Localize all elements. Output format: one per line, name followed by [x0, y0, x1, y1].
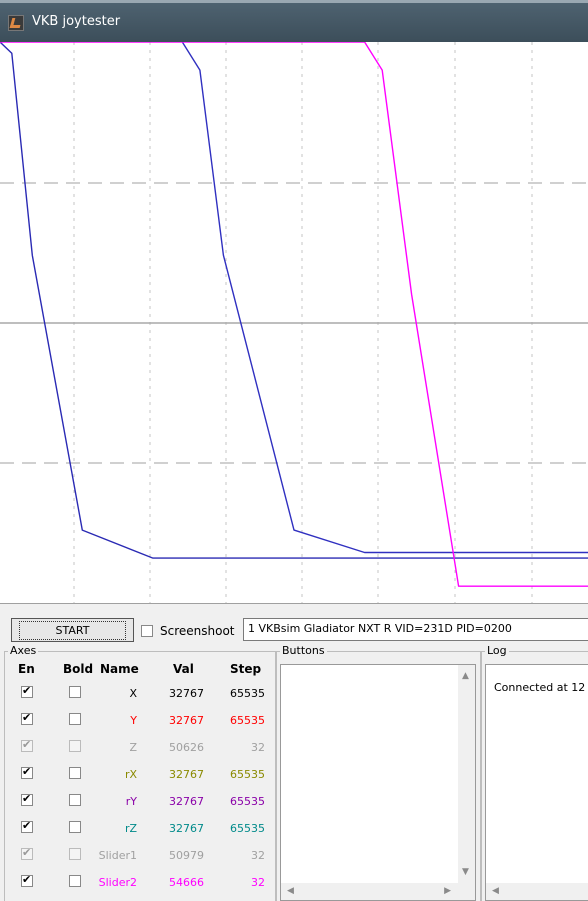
enable-checkbox[interactable] — [21, 711, 33, 725]
trace-line-3 — [0, 42, 588, 587]
axis-name: X — [129, 687, 137, 700]
buttons-vertical-scrollbar[interactable]: ▲ ▼ — [458, 665, 475, 883]
log-box[interactable]: Connected at 12 ◀ — [485, 664, 588, 901]
axis-val: 50626 — [169, 741, 204, 754]
scroll-left-icon[interactable]: ◀ — [287, 886, 294, 896]
scroll-right-icon[interactable]: ▶ — [444, 886, 451, 896]
bold-checkbox[interactable] — [69, 713, 81, 725]
enable-checkbox — [21, 738, 33, 752]
enable-checkbox[interactable] — [21, 765, 33, 779]
bold-checkbox[interactable] — [69, 767, 81, 779]
window-title: VKB joytester — [32, 14, 121, 29]
axis-val: 32767 — [169, 795, 204, 808]
header-en: En — [18, 662, 35, 676]
header-name: Name — [100, 662, 139, 676]
header-bold: Bold — [63, 662, 94, 676]
log-group-title: Log — [485, 644, 509, 657]
log-scroll-left-icon[interactable]: ◀ — [492, 886, 499, 896]
axis-step: 32 — [251, 741, 265, 754]
axis-val: 32767 — [169, 822, 204, 835]
enable-checkbox[interactable] — [21, 819, 33, 833]
axis-val: 54666 — [169, 876, 204, 889]
axis-val: 50979 — [169, 849, 204, 862]
buttons-horizontal-scrollbar[interactable]: ◀ ▶ — [281, 883, 475, 900]
axis-plot — [0, 42, 588, 603]
bold-checkbox — [69, 848, 81, 860]
axis-name: Y — [130, 714, 137, 727]
enable-checkbox[interactable] — [21, 684, 33, 698]
enable-checkbox[interactable] — [21, 792, 33, 806]
device-select[interactable]: 1 VKBsim Gladiator NXT R VID=231D PID=02… — [243, 618, 588, 641]
axis-name: Slider1 — [98, 849, 137, 862]
start-button[interactable]: START — [11, 618, 134, 642]
start-button-label: START — [19, 621, 126, 640]
enable-checkbox[interactable] — [21, 873, 33, 887]
axis-val: 32767 — [169, 687, 204, 700]
axis-step: 65535 — [230, 687, 265, 700]
trace-line-1 — [0, 42, 588, 559]
log-text: Connected at 12 — [494, 681, 586, 694]
axis-step: 32 — [251, 849, 265, 862]
header-step: Step — [230, 662, 262, 676]
bold-checkbox[interactable] — [69, 794, 81, 806]
axis-name: rX — [124, 768, 137, 781]
axis-step: 65535 — [230, 822, 265, 835]
screenshot-label: Screenshoot — [160, 624, 235, 638]
axis-val: 32767 — [169, 768, 204, 781]
axis-step: 65535 — [230, 714, 265, 727]
axis-name: rZ — [124, 822, 137, 835]
axis-name: Slider2 — [98, 876, 137, 889]
title-bar: VKB joytester — [0, 0, 588, 42]
axes-group-title: Axes — [8, 644, 39, 657]
scroll-up-icon[interactable]: ▲ — [462, 671, 469, 681]
axis-step: 32 — [251, 876, 265, 889]
bold-checkbox[interactable] — [69, 821, 81, 833]
bold-checkbox[interactable] — [69, 875, 81, 887]
buttons-list[interactable]: ▲ ▼ ◀ ▶ — [280, 664, 476, 901]
control-panel: START Screenshoot 1 VKBsim Gladiator NXT… — [0, 603, 588, 901]
bold-checkbox[interactable] — [69, 686, 81, 698]
app-logo-icon — [8, 15, 24, 31]
axis-val: 32767 — [169, 714, 204, 727]
buttons-group-title: Buttons — [280, 644, 327, 657]
axis-step: 65535 — [230, 795, 265, 808]
bold-checkbox — [69, 740, 81, 752]
scroll-down-icon[interactable]: ▼ — [462, 867, 469, 877]
plot-traces — [0, 42, 588, 587]
header-val: Val — [173, 662, 194, 676]
axis-name: Z — [129, 741, 137, 754]
screenshot-checkbox[interactable] — [141, 625, 153, 637]
axis-name: rY — [125, 795, 137, 808]
log-horizontal-scrollbar[interactable]: ◀ — [486, 883, 588, 900]
axis-step: 65535 — [230, 768, 265, 781]
enable-checkbox — [21, 846, 33, 860]
trace-line-2 — [181, 42, 588, 554]
